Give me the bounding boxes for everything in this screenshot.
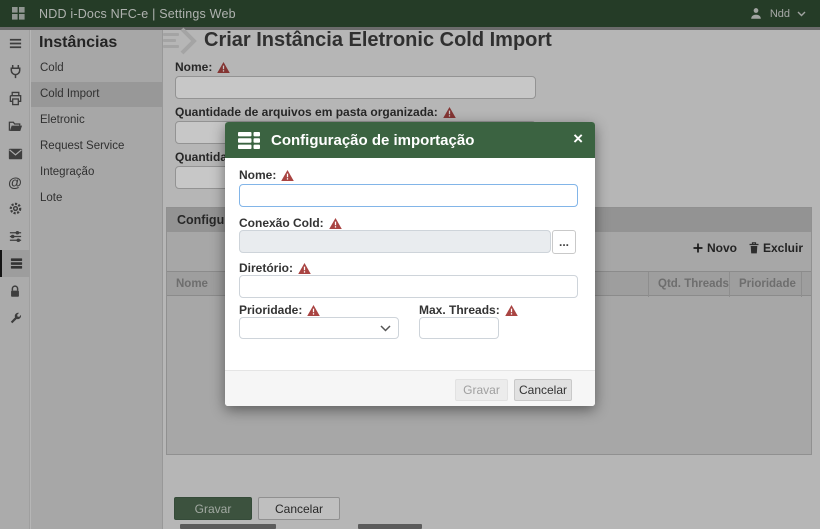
dialog-gravar-button[interactable]: Gravar [455,379,508,401]
dialog-footer: Gravar Cancelar [225,370,595,406]
dialog-header: Configuração de importação × [225,122,595,158]
dialog-max-threads-input[interactable] [419,317,499,339]
dialog-label-prioridade: Prioridade: [239,303,320,317]
required-warning-icon [298,263,311,274]
dialog-label-nome: Nome: [239,168,294,182]
close-icon[interactable]: × [573,129,583,149]
dialog-label-diretorio: Diretório: [239,261,311,275]
prioridade-select[interactable] [239,317,399,339]
dialog-diretorio-input[interactable] [239,275,578,298]
dialog-label-max-threads: Max. Threads: [419,303,518,317]
dialog-title: Configuração de importação [271,132,474,149]
prioridade-select-wrap [239,317,399,339]
required-warning-icon [505,305,518,316]
required-warning-icon [281,170,294,181]
dialog-cancelar-button[interactable]: Cancelar [514,379,572,401]
dialog-label-conexao-cold: Conexão Cold: [239,216,342,230]
browse-button[interactable]: ... [552,230,576,254]
required-warning-icon [329,218,342,229]
import-config-dialog: Configuração de importação × Nome: Conex… [225,122,595,406]
dialog-nome-input[interactable] [239,184,578,207]
required-warning-icon [307,305,320,316]
instances-icon [238,132,260,149]
dialog-conexao-input[interactable] [239,230,551,253]
app-window: NDD i-Docs NFC-e | Settings Web Ndd [0,0,820,529]
